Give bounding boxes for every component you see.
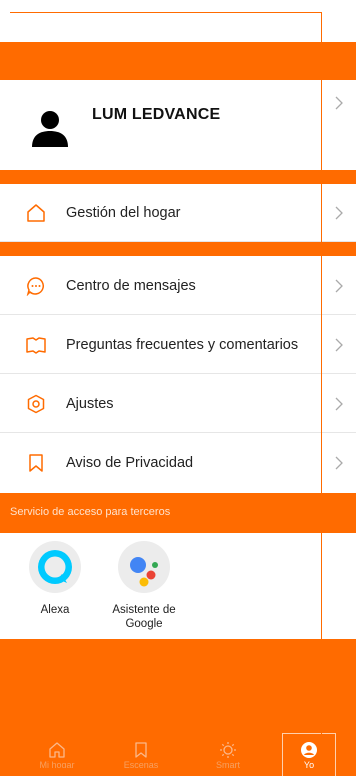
service-label: Asistente de Google xyxy=(112,604,176,630)
home-outline-icon xyxy=(49,742,65,758)
service-label: Alexa xyxy=(40,604,70,616)
tab-label: Smart xyxy=(215,760,240,768)
tab-smart[interactable]: Smart xyxy=(208,741,248,768)
menu-item-faq[interactable]: Preguntas frecuentes y comentarios xyxy=(0,316,356,374)
service-google-assistant[interactable]: Asistente de Google xyxy=(104,541,184,631)
profile-card[interactable]: LUM LEDVANCE xyxy=(0,80,356,170)
tab-label: Mi hogar xyxy=(39,760,75,768)
menu-item-label: Gestión del hogar xyxy=(66,204,181,221)
settings-hexagon-icon xyxy=(27,394,45,413)
chevron-right-icon xyxy=(335,206,343,219)
chevron-right-icon xyxy=(335,279,343,292)
scene-icon xyxy=(135,742,147,758)
tab-label: Yo xyxy=(303,760,315,768)
chevron-right-icon xyxy=(335,397,343,410)
home-icon xyxy=(27,203,45,222)
menu-item-settings[interactable]: Ajustes xyxy=(0,375,356,433)
menu-item-label: Aviso de Privacidad xyxy=(66,455,194,471)
status-area xyxy=(0,0,356,42)
sun-icon xyxy=(220,742,236,758)
tab-label: Escenas xyxy=(123,760,159,768)
overlay-line xyxy=(10,12,322,13)
third-party-title: Servicio de acceso para terceros xyxy=(10,506,171,518)
menu-item-privacy[interactable]: Aviso de Privacidad xyxy=(0,434,356,492)
message-bubble-icon xyxy=(26,276,44,296)
tab-scenes[interactable]: Escenas xyxy=(121,741,161,768)
book-icon xyxy=(26,336,46,354)
bookmark-icon xyxy=(29,454,43,472)
chevron-right-icon xyxy=(335,96,343,110)
tab-me[interactable]: Yo xyxy=(289,741,329,768)
chevron-right-icon xyxy=(335,456,343,470)
menu-item-label: Preguntas frecuentes y comentarios xyxy=(66,336,299,353)
google-assistant-icon xyxy=(118,541,170,593)
section-separator xyxy=(0,170,356,184)
menu-item-label: Centro de mensajes xyxy=(66,277,196,294)
avatar-icon xyxy=(32,111,68,147)
service-alexa[interactable]: Alexa xyxy=(15,541,95,617)
third-party-services: Alexa Asistente de Google xyxy=(0,533,356,639)
menu-item-label: Ajustes xyxy=(66,395,114,412)
alexa-icon xyxy=(29,541,81,593)
tab-home[interactable]: Mi hogar xyxy=(37,741,77,768)
overlay-line xyxy=(321,12,322,740)
menu-item-home-management[interactable]: Gestión del hogar xyxy=(0,184,356,242)
section-separator xyxy=(0,242,356,256)
menu-item-message-center[interactable]: Centro de mensajes xyxy=(0,257,356,315)
user-name: LUM LEDVANCE xyxy=(92,106,221,123)
header-bar xyxy=(0,42,356,80)
user-circle-icon xyxy=(301,742,317,758)
third-party-header: Servicio de acceso para terceros xyxy=(0,493,356,533)
chevron-right-icon xyxy=(335,338,343,351)
